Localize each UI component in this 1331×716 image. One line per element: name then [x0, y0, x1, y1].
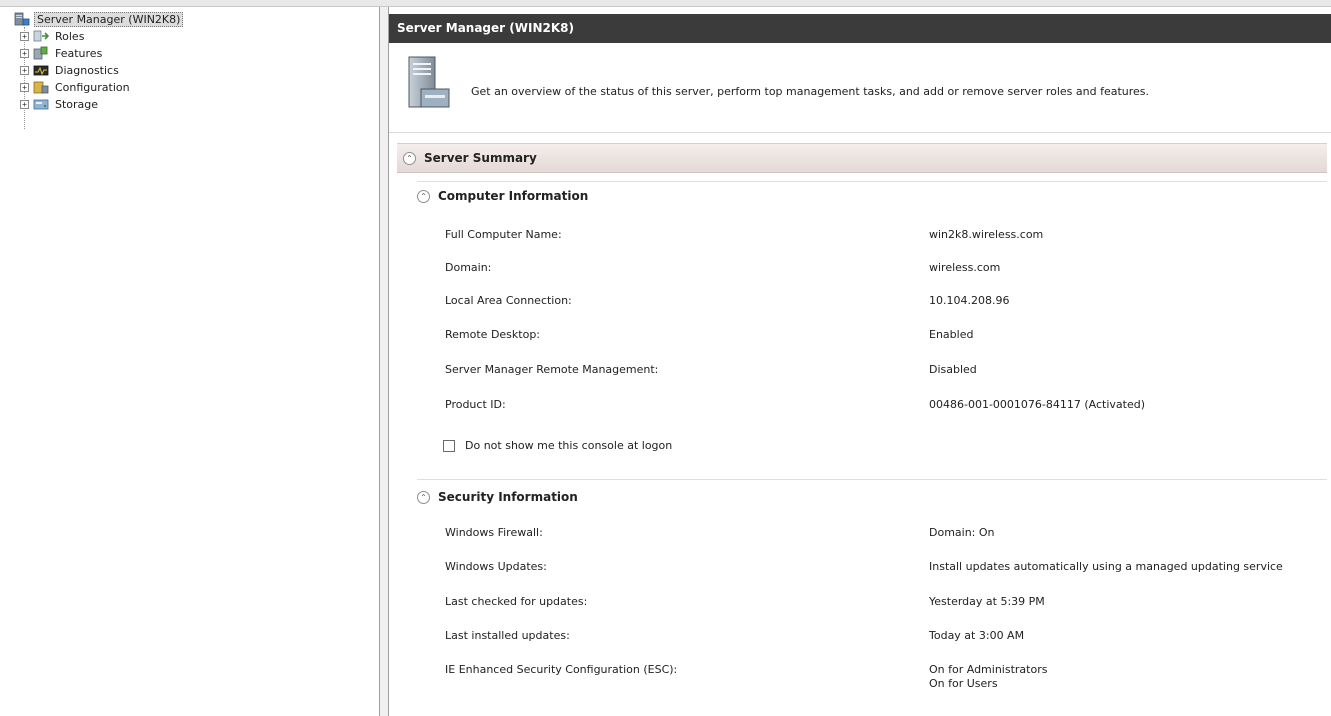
tree-item-server-manager[interactable]: Server Manager (WIN2K8) [14, 11, 184, 28]
tree-item-diagnostics[interactable]: + Diagnostics [20, 62, 121, 79]
info-value-link[interactable]: Install updates automatically using a ma… [929, 560, 1283, 574]
pane-splitter[interactable] [379, 7, 389, 716]
overview-text: Get an overview of the status of this se… [471, 85, 1150, 98]
server-summary-header[interactable]: ⌃ Server Summary [397, 143, 1327, 173]
tree-item-roles[interactable]: + Roles [20, 28, 86, 45]
divider [417, 181, 1327, 182]
storage-icon [33, 99, 49, 110]
navigation-tree: Server Manager (WIN2K8) + Roles + Featur… [0, 7, 379, 716]
tree-item-label: Storage [55, 98, 99, 111]
info-value-link[interactable]: win2k8.wireless.com [929, 228, 1043, 242]
tree-root-label: Server Manager (WIN2K8) [34, 12, 184, 27]
info-value-link[interactable]: 10.104.208.96 [929, 294, 1009, 308]
info-value-link[interactable]: On for Administrators [929, 663, 1047, 677]
computer-information-header[interactable]: ⌃ Computer Information [417, 189, 588, 203]
main-pane: Server Manager (WIN2K8) Get an overview … [389, 7, 1331, 716]
tree-item-label: Features [55, 47, 103, 60]
divider [417, 479, 1327, 480]
tree-item-storage[interactable]: + Storage [20, 96, 100, 113]
page-title: Server Manager (WIN2K8) [389, 14, 1331, 43]
info-value-link[interactable]: Disabled [929, 363, 977, 377]
info-value-link[interactable]: Enabled [929, 328, 973, 342]
tree-item-configuration[interactable]: + Configuration [20, 79, 132, 96]
diagnostics-icon [33, 65, 49, 76]
info-label: Local Area Connection: [445, 294, 572, 307]
expand-icon[interactable]: + [20, 66, 29, 75]
info-label: Last installed updates: [445, 629, 570, 642]
info-label: IE Enhanced Security Configuration (ESC)… [445, 663, 678, 676]
info-label: Server Manager Remote Management: [445, 363, 659, 376]
server-manager-icon [14, 12, 30, 26]
configuration-icon [33, 81, 49, 94]
security-information-title: Security Information [438, 490, 578, 504]
expand-icon[interactable]: + [20, 100, 29, 109]
info-label: Domain: [445, 261, 492, 274]
info-label: Windows Updates: [445, 560, 547, 573]
info-value: 00486-001-0001076-84117 (Activated) [929, 398, 1146, 411]
roles-icon [33, 30, 49, 42]
logon-checkbox[interactable] [443, 439, 455, 452]
info-value-link[interactable]: Yesterday at 5:39 PM [929, 595, 1045, 609]
expand-icon[interactable]: + [20, 83, 29, 92]
features-icon [33, 46, 48, 60]
expand-icon[interactable]: + [20, 32, 29, 41]
info-value-link[interactable]: wireless.com [929, 261, 1000, 275]
info-value-link[interactable]: Domain: On [929, 526, 995, 540]
server-icon [408, 56, 450, 108]
collapse-icon[interactable]: ⌃ [417, 490, 430, 504]
collapse-icon[interactable]: ⌃ [403, 151, 416, 165]
tree-item-features[interactable]: + Features [20, 45, 104, 62]
computer-information-title: Computer Information [438, 189, 589, 203]
collapse-icon[interactable]: ⌃ [417, 189, 430, 203]
info-label: Full Computer Name: [445, 228, 562, 241]
overview-panel: Get an overview of the status of this se… [389, 43, 1331, 133]
top-strip [0, 0, 1331, 7]
info-label: Windows Firewall: [445, 526, 543, 539]
security-information-header[interactable]: ⌃ Security Information [417, 490, 578, 504]
info-value-link[interactable]: On for Users [929, 677, 998, 691]
logon-checkbox-row[interactable]: Do not show me this console at logon [443, 439, 672, 452]
info-label: Last checked for updates: [445, 595, 588, 608]
info-value-link[interactable]: Today at 3:00 AM [929, 629, 1024, 643]
logon-checkbox-label: Do not show me this console at logon [465, 439, 673, 452]
info-label: Remote Desktop: [445, 328, 541, 341]
info-label: Product ID: [445, 398, 506, 411]
expand-icon[interactable]: + [20, 49, 29, 58]
server-summary-title: Server Summary [424, 151, 537, 165]
tree-item-label: Diagnostics [55, 64, 119, 77]
tree-item-label: Configuration [55, 81, 130, 94]
tree-item-label: Roles [55, 30, 85, 43]
